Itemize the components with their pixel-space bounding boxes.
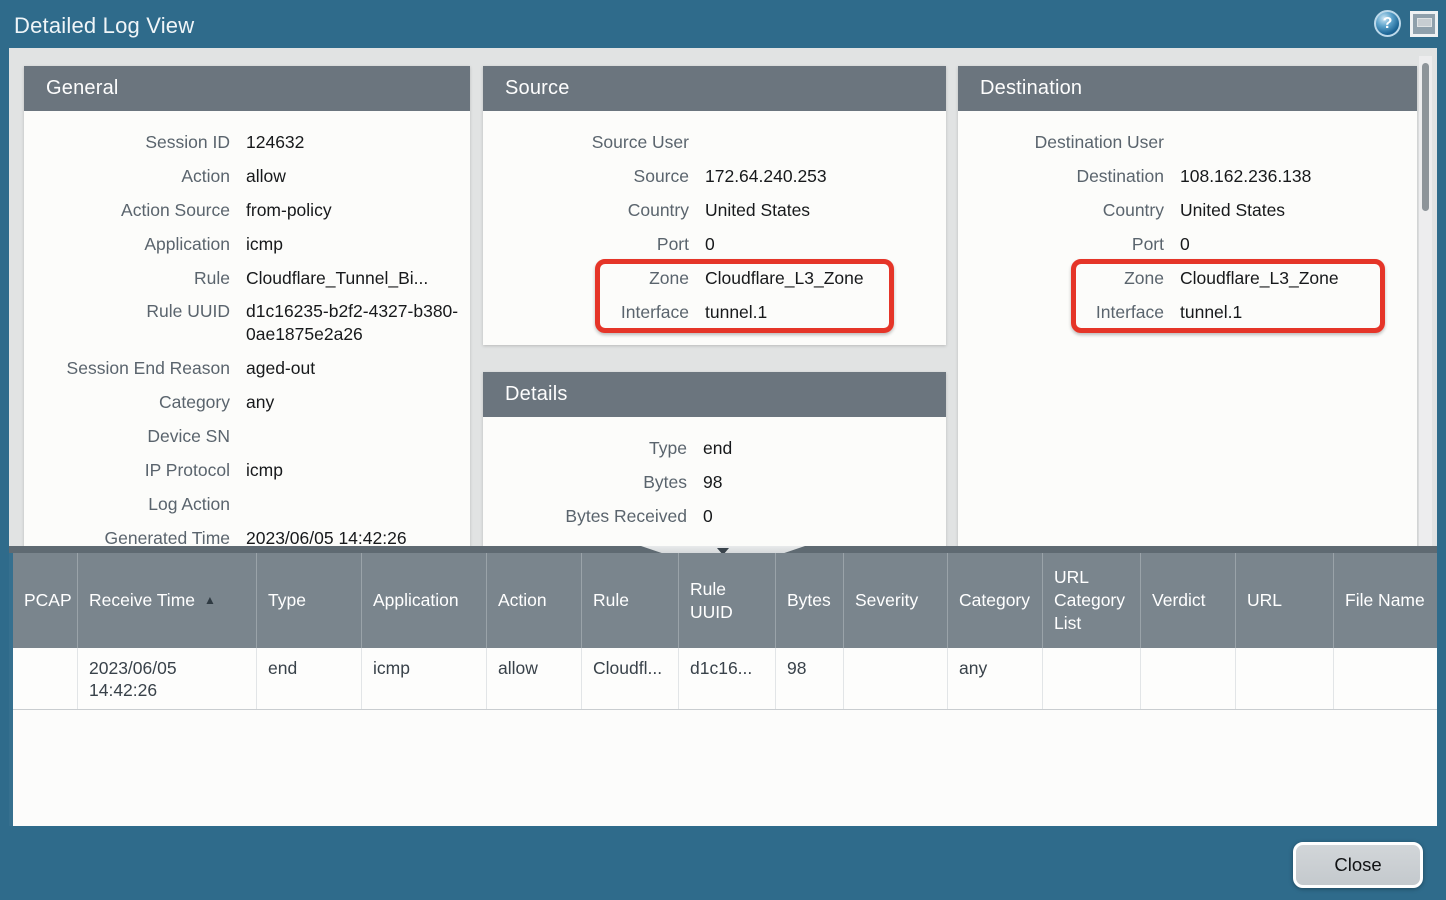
cell-url xyxy=(1236,648,1334,709)
field-destination-country: Country United States xyxy=(958,193,1417,227)
column-header-bytes[interactable]: Bytes xyxy=(776,553,844,648)
panel-details-title: Details xyxy=(483,372,946,417)
detailed-log-view-dialog: Detailed Log View ? General Session ID 1… xyxy=(0,0,1446,900)
field-generated-time: Generated Time 2023/06/05 14:42:26 xyxy=(24,521,470,546)
cell-action: allow xyxy=(487,648,582,709)
field-type: Type end xyxy=(483,431,946,465)
field-source-user: Source User xyxy=(483,125,946,159)
cell-application: icmp xyxy=(362,648,487,709)
column-header-rule-uuid[interactable]: Rule UUID xyxy=(679,553,776,648)
cell-bytes: 98 xyxy=(776,648,844,709)
field-bytes: Bytes 98 xyxy=(483,465,946,499)
field-destination-port: Port 0 xyxy=(958,227,1417,261)
panel-general-title: General xyxy=(24,66,470,111)
column-header-rule[interactable]: Rule xyxy=(582,553,679,648)
panel-general: General Session ID 124632 Action allow A… xyxy=(24,66,470,546)
field-bytes-received: Bytes Received 0 xyxy=(483,499,946,533)
column-header-receive-time[interactable]: Receive Time ▲ xyxy=(78,553,257,648)
column-header-pcap[interactable]: PCAP xyxy=(13,553,78,648)
column-header-action[interactable]: Action xyxy=(487,553,582,648)
cell-receive-time: 2023/06/05 14:42:26 xyxy=(78,648,257,709)
field-destination: Destination 108.162.236.138 xyxy=(958,159,1417,193)
panel-destination-title: Destination xyxy=(958,66,1417,111)
maximize-window-icon[interactable] xyxy=(1410,11,1438,37)
field-action-source: Action Source from-policy xyxy=(24,193,470,227)
panel-destination-body: Destination User Destination 108.162.236… xyxy=(958,111,1417,329)
field-session-id: Session ID 124632 xyxy=(24,125,470,159)
cell-pcap xyxy=(13,648,78,709)
field-source-country: Country United States xyxy=(483,193,946,227)
panel-details-body: Type end Bytes 98 Bytes Received 0 xyxy=(483,417,946,533)
vertical-scrollbar-thumb[interactable] xyxy=(1422,63,1429,211)
column-header-severity[interactable]: Severity xyxy=(844,553,948,648)
related-logs-section: PCAP Receive Time ▲ Type Application Act… xyxy=(9,546,1437,826)
field-action: Action allow xyxy=(24,159,470,193)
help-glyph: ? xyxy=(1383,15,1393,33)
column-header-verdict[interactable]: Verdict xyxy=(1141,553,1236,648)
log-table: PCAP Receive Time ▲ Type Application Act… xyxy=(9,553,1437,826)
cell-severity xyxy=(844,648,948,709)
panel-details: Details Type end Bytes 98 Bytes Received… xyxy=(483,372,946,546)
field-device-sn: Device SN xyxy=(24,419,470,453)
panel-source: Source Source User Source 172.64.240.253… xyxy=(483,66,946,345)
field-source: Source 172.64.240.253 xyxy=(483,159,946,193)
cell-url-category-list xyxy=(1043,648,1141,709)
dialog-body: General Session ID 124632 Action allow A… xyxy=(9,48,1437,826)
field-category: Category any xyxy=(24,385,470,419)
cell-type: end xyxy=(257,648,362,709)
column-header-url-category-list[interactable]: URL Category List xyxy=(1043,553,1141,648)
field-rule-uuid: Rule UUID d1c16235-b2f2-4327-b380-0ae187… xyxy=(24,295,470,351)
column-header-type[interactable]: Type xyxy=(257,553,362,648)
panel-general-body: Session ID 124632 Action allow Action So… xyxy=(24,111,470,546)
cell-category: any xyxy=(948,648,1043,709)
log-detail-panels: General Session ID 124632 Action allow A… xyxy=(9,48,1437,546)
vertical-scrollbar-track[interactable] xyxy=(1419,56,1432,546)
field-rule: Rule Cloudflare_Tunnel_Bi... xyxy=(24,261,470,295)
close-button[interactable]: Close xyxy=(1293,842,1423,888)
cell-rule-uuid: d1c16... xyxy=(679,648,776,709)
log-table-row[interactable]: 2023/06/05 14:42:26 end icmp allow Cloud… xyxy=(13,648,1437,710)
help-icon[interactable]: ? xyxy=(1374,10,1401,37)
titlebar: Detailed Log View ? xyxy=(0,0,1446,48)
field-session-end-reason: Session End Reason aged-out xyxy=(24,351,470,385)
column-header-url[interactable]: URL xyxy=(1236,553,1334,648)
window-glyph xyxy=(1417,18,1432,27)
field-source-port: Port 0 xyxy=(483,227,946,261)
field-ip-protocol: IP Protocol icmp xyxy=(24,453,470,487)
field-destination-user: Destination User xyxy=(958,125,1417,159)
log-table-header: PCAP Receive Time ▲ Type Application Act… xyxy=(13,553,1437,648)
column-header-application[interactable]: Application xyxy=(362,553,487,648)
field-log-action: Log Action xyxy=(24,487,470,521)
column-header-category[interactable]: Category xyxy=(948,553,1043,648)
field-application: Application icmp xyxy=(24,227,470,261)
field-source-zone: Zone Cloudflare_L3_Zone xyxy=(483,261,946,295)
cell-rule: Cloudfl... xyxy=(582,648,679,709)
field-destination-interface: Interface tunnel.1 xyxy=(958,295,1417,329)
field-source-interface: Interface tunnel.1 xyxy=(483,295,946,329)
panel-table-splitter xyxy=(9,546,1437,553)
column-header-file-name[interactable]: File Name xyxy=(1334,553,1437,648)
cell-file-name xyxy=(1334,648,1437,709)
panel-source-body: Source User Source 172.64.240.253 Countr… xyxy=(483,111,946,329)
sort-ascending-icon: ▲ xyxy=(204,593,216,609)
dialog-title: Detailed Log View xyxy=(14,13,194,39)
cell-verdict xyxy=(1141,648,1236,709)
panel-source-title: Source xyxy=(483,66,946,111)
panel-destination: Destination Destination User Destination… xyxy=(958,66,1417,546)
field-destination-zone: Zone Cloudflare_L3_Zone xyxy=(958,261,1417,295)
